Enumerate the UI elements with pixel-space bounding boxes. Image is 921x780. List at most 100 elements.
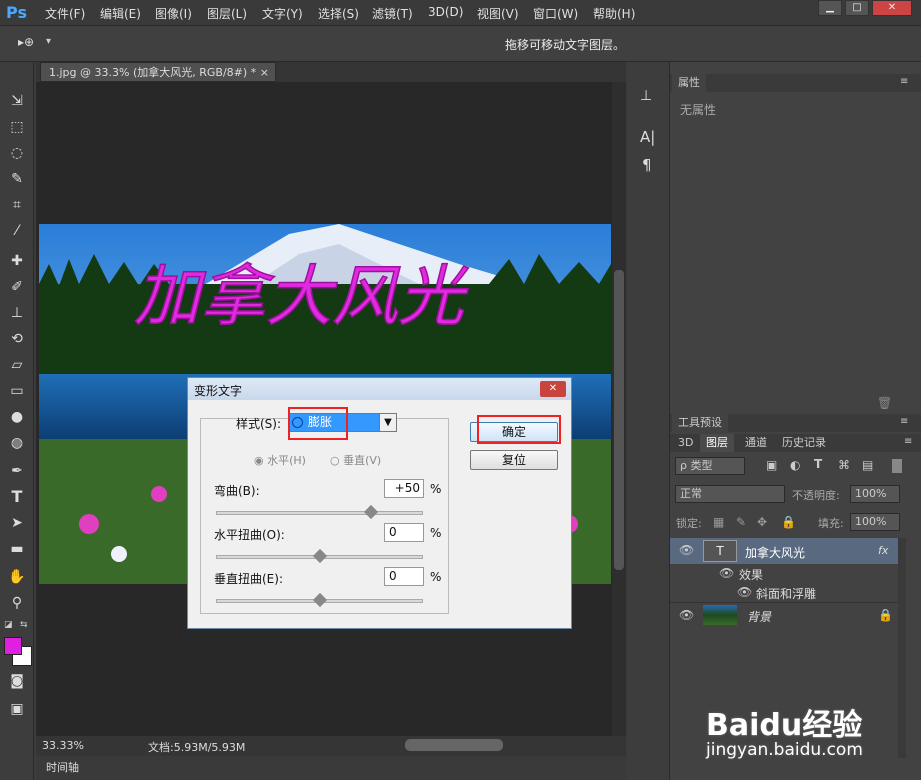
properties-empty-text: 无属性 <box>680 103 717 117</box>
fill-input[interactable]: 100% <box>850 513 900 531</box>
properties-menu-icon[interactable]: ≡ <box>900 76 908 87</box>
layer-fx-icon[interactable]: fx <box>878 544 888 557</box>
menu-3d[interactable]: 3D(D) <box>428 5 463 19</box>
move-icon[interactable]: ⇲ <box>6 90 28 112</box>
close-window-button[interactable]: ✕ <box>872 0 912 16</box>
horizontal-distortion-input[interactable]: 0 <box>384 523 424 542</box>
timeline-tab[interactable]: 时间轴 <box>46 759 79 775</box>
layers-menu-icon[interactable]: ≡ <box>904 436 912 447</box>
menu-help[interactable]: 帮助(H) <box>593 5 635 22</box>
tool-presets-menu-icon[interactable]: ≡ <box>900 416 908 427</box>
path-select-icon[interactable]: ➤ <box>6 512 28 534</box>
menu-filter[interactable]: 滤镜(T) <box>372 5 413 22</box>
zoom-icon[interactable]: ⚲ <box>6 592 28 614</box>
lock-all-icon[interactable]: 🔒 <box>781 515 796 529</box>
vertical-radio[interactable]: ○ 垂直(V) <box>330 452 381 468</box>
crop-icon[interactable]: ⌗ <box>6 194 28 216</box>
warped-text: 加拿大风光 <box>134 258 469 335</box>
tool-presets-tab[interactable]: 工具预设 <box>672 414 728 432</box>
menu-image[interactable]: 图像(I) <box>155 5 192 22</box>
paragraph-panel-icon[interactable]: ¶ <box>642 156 652 174</box>
opacity-input[interactable]: 100% <box>850 485 900 503</box>
properties-tab[interactable]: 属性 <box>672 74 706 92</box>
background-eye-icon[interactable]: 👁 <box>679 608 694 622</box>
dodge-icon[interactable]: ◍ <box>6 432 28 454</box>
style-dropdown-arrow-icon[interactable]: ▼ <box>379 413 397 432</box>
menu-select[interactable]: 选择(S) <box>318 5 359 22</box>
history-brush-icon[interactable]: ⟲ <box>6 328 28 350</box>
menu-window[interactable]: 窗口(W) <box>533 5 578 22</box>
tab-history[interactable]: 历史记录 <box>776 434 832 452</box>
layer-name[interactable]: 加拿大风光 <box>745 544 805 561</box>
type-tool-icon[interactable]: T <box>6 486 28 508</box>
lock-pixels-icon[interactable]: ✎ <box>736 515 746 529</box>
background-layer-name[interactable]: 背景 <box>747 608 771 625</box>
style-highlight <box>288 407 348 440</box>
bevel-eye-icon[interactable]: 👁 <box>737 585 752 599</box>
ok-highlight <box>477 415 561 444</box>
eyedropper-icon[interactable]: ⁄ <box>6 220 28 242</box>
minimize-button[interactable]: ▁ <box>818 0 842 16</box>
shape-icon[interactable]: ▬ <box>6 538 28 560</box>
horizontal-radio[interactable]: ◉ 水平(H) <box>254 452 306 468</box>
layers-scrollbar[interactable] <box>898 538 906 758</box>
tool-preset-dropdown-icon[interactable]: ▾ <box>46 36 51 47</box>
effects-eye-icon[interactable]: 👁 <box>719 566 734 580</box>
blend-mode-dropdown[interactable]: 正常 <box>675 485 785 503</box>
menu-layer[interactable]: 图层(L) <box>207 5 247 22</box>
bevel-emboss-label[interactable]: 斜面和浮雕 <box>756 585 816 602</box>
quick-select-icon[interactable]: ✎ <box>6 168 28 190</box>
dialog-titlebar <box>188 378 571 400</box>
restore-button[interactable]: □ <box>845 0 869 16</box>
healing-brush-icon[interactable]: ✚ <box>6 250 28 272</box>
default-colors-icon[interactable]: ◪ <box>4 620 13 630</box>
document-close-icon[interactable]: × <box>260 63 269 83</box>
zoom-level[interactable]: 33.33% <box>42 739 84 752</box>
tab-layers[interactable]: 图层 <box>700 434 734 452</box>
clone-source-icon[interactable]: ⊥ <box>640 88 652 104</box>
hand-icon[interactable]: ✋ <box>6 566 28 588</box>
filter-adjustment-icon[interactable]: ◐ <box>790 458 800 472</box>
tab-3d[interactable]: 3D <box>672 434 699 452</box>
filter-pixel-icon[interactable]: ▣ <box>766 458 777 472</box>
reset-button[interactable]: 复位 <box>470 450 558 470</box>
menu-edit[interactable]: 编辑(E) <box>100 5 141 22</box>
document-info[interactable]: 文档:5.93M/5.93M <box>148 739 245 755</box>
brush-icon[interactable]: ✐ <box>6 276 28 298</box>
menu-file[interactable]: 文件(F) <box>45 5 85 22</box>
bend-slider-track[interactable] <box>216 511 423 515</box>
filter-smart-object-icon[interactable]: ▤ <box>862 458 873 472</box>
status-bar <box>36 736 626 756</box>
filter-type-icon[interactable]: T <box>814 457 822 471</box>
visibility-eye-icon[interactable]: 👁 <box>679 543 694 557</box>
lasso-icon[interactable]: ◌ <box>6 142 28 164</box>
dialog-close-button[interactable]: ✕ <box>540 381 566 397</box>
character-panel-icon[interactable]: A| <box>640 128 655 146</box>
move-tool-icon[interactable]: ▸⊕ <box>18 35 34 49</box>
horizontal-scroll-thumb[interactable] <box>405 739 503 751</box>
clone-stamp-icon[interactable]: ⊥ <box>6 302 28 324</box>
foreground-color-swatch[interactable] <box>4 637 22 655</box>
filter-shape-icon[interactable]: ⌘ <box>838 458 850 472</box>
properties-trash-icon[interactable]: 🗑 <box>877 396 892 410</box>
blur-icon[interactable]: ● <box>6 406 28 428</box>
menu-view[interactable]: 视图(V) <box>477 5 519 22</box>
tab-channels[interactable]: 通道 <box>739 434 773 452</box>
document-tab[interactable]: 1.jpg @ 33.3% (加拿大风光, RGB/8#) * × <box>40 62 276 82</box>
pen-icon[interactable]: ✒ <box>6 460 28 482</box>
bend-input[interactable]: +50 <box>384 479 424 498</box>
quick-mask-icon[interactable]: ◙ <box>6 670 28 692</box>
filter-toggle-icon[interactable] <box>892 459 902 473</box>
gradient-icon[interactable]: ▭ <box>6 380 28 402</box>
lock-transparent-icon[interactable]: ▦ <box>713 515 724 529</box>
vertical-distortion-input[interactable]: 0 <box>384 567 424 586</box>
lock-position-icon[interactable]: ✥ <box>757 515 767 529</box>
eraser-icon[interactable]: ▱ <box>6 354 28 376</box>
menu-type[interactable]: 文字(Y) <box>262 5 303 22</box>
screen-mode-icon[interactable]: ▣ <box>6 698 28 720</box>
swap-colors-icon[interactable]: ⇆ <box>20 620 28 630</box>
opacity-label: 不透明度: <box>792 489 840 502</box>
vertical-scroll-thumb[interactable] <box>614 270 624 570</box>
marquee-icon[interactable]: ⬚ <box>6 116 28 138</box>
layer-filter-dropdown[interactable]: ρ 类型 <box>675 457 745 475</box>
